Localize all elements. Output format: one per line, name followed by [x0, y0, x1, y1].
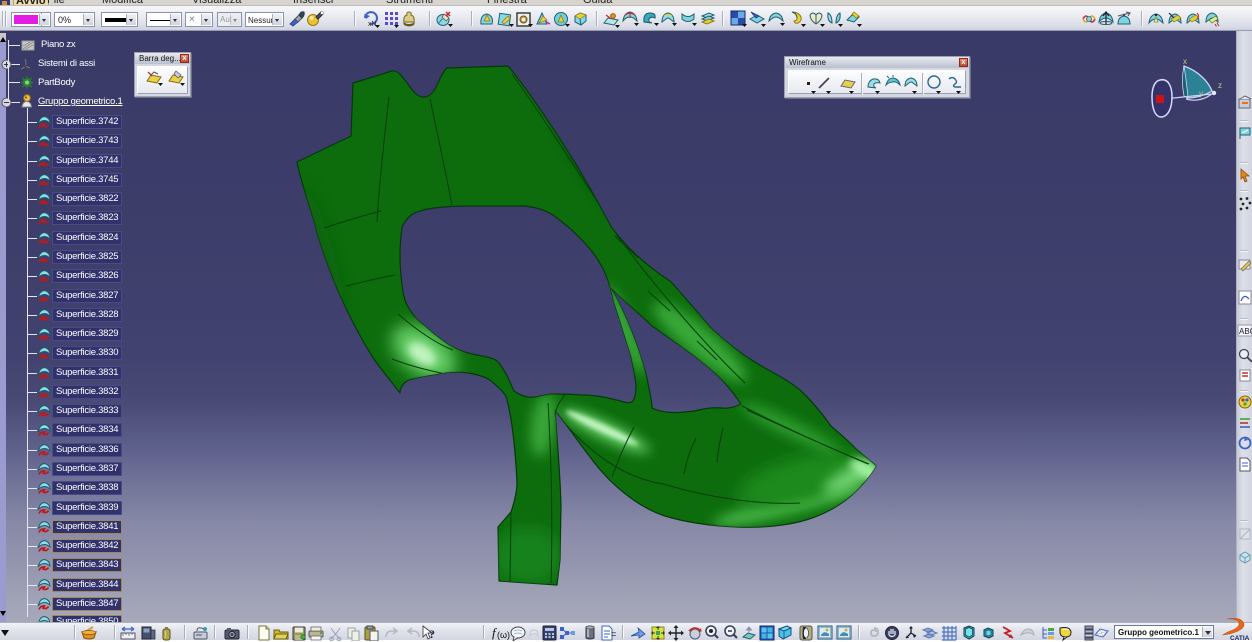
- svg-text:CATIA: CATIA: [1230, 635, 1250, 642]
- svg-text:ABC: ABC: [1239, 327, 1252, 336]
- svg-text:x: x: [1183, 57, 1187, 66]
- svg-text:y: y: [1199, 89, 1203, 98]
- svg-text:z: z: [1218, 81, 1222, 90]
- svg-text:?: ?: [429, 627, 435, 641]
- svg-text:xN: xN: [368, 21, 377, 28]
- svg-text:=: =: [611, 629, 616, 639]
- svg-text:(ω): (ω): [497, 630, 510, 640]
